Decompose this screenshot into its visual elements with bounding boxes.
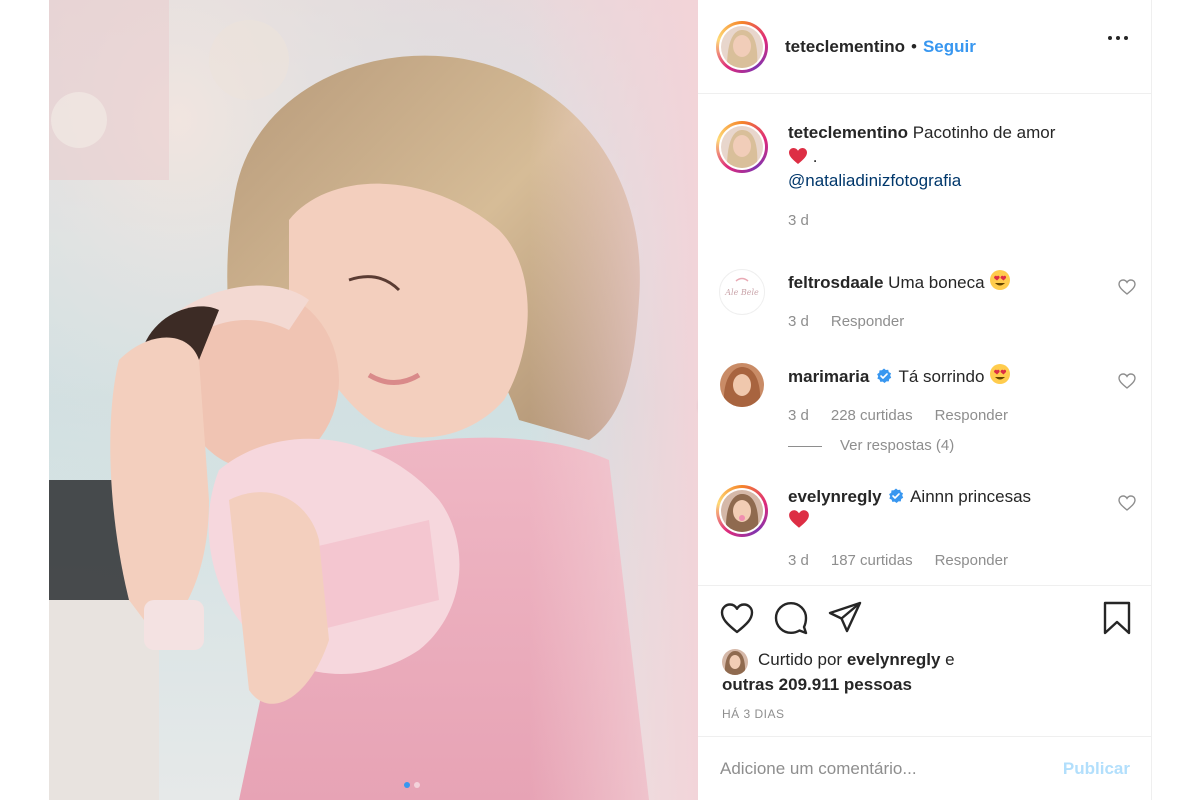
caption-avatar-image bbox=[721, 126, 763, 168]
verified-icon bbox=[889, 488, 904, 503]
comment-text: Ainnn princesas bbox=[910, 487, 1032, 506]
photo-illustration bbox=[49, 0, 698, 800]
caption-dot: . bbox=[812, 147, 818, 166]
caption-time[interactable]: 3 d bbox=[788, 209, 809, 233]
author-avatar-image bbox=[721, 25, 763, 68]
comment-avatar[interactable] bbox=[716, 485, 768, 537]
post-header: teteclementino • Seguir bbox=[698, 0, 1152, 94]
evelynregly-avatar-image bbox=[721, 490, 763, 532]
likes-others[interactable]: outras 209.911 pessoas bbox=[722, 675, 912, 694]
comment-body: feltrosdaale Uma boneca 3 d Responder bbox=[788, 269, 1088, 334]
comment-icon[interactable] bbox=[774, 601, 808, 635]
comment-body: marimaria Tá sorrindo 3 d 228 curtidas R… bbox=[788, 363, 1088, 458]
heart-eyes-emoji bbox=[990, 270, 1011, 290]
instagram-post-frame: teteclementino • Seguir teteclementino P… bbox=[0, 0, 1200, 800]
comment-body: evelynregly Ainnn princesas 3 d 187 curt… bbox=[788, 485, 1088, 573]
comment-likes[interactable]: 228 curtidas bbox=[831, 404, 913, 428]
likes-conj: e bbox=[945, 650, 955, 669]
red-heart-emoji bbox=[789, 148, 807, 164]
comment-time[interactable]: 3 d bbox=[788, 310, 809, 334]
post-timestamp[interactable]: HÁ 3 DIAS bbox=[722, 707, 785, 721]
comment-avatar[interactable]: Ale Bele bbox=[719, 269, 765, 315]
carousel-dots bbox=[404, 782, 420, 788]
comment-username[interactable]: marimaria bbox=[788, 367, 869, 386]
follow-button[interactable]: Seguir bbox=[923, 37, 976, 57]
marimaria-avatar-image bbox=[720, 363, 764, 407]
caption-body: teteclementino Pacotinho de amor . @nata… bbox=[788, 121, 1108, 233]
comment-text: Uma boneca bbox=[888, 273, 985, 292]
share-icon[interactable] bbox=[828, 601, 862, 633]
verified-icon bbox=[877, 368, 892, 383]
heart-eyes-emoji bbox=[990, 364, 1011, 384]
comment-avatar[interactable] bbox=[720, 363, 764, 407]
liker-avatar-image bbox=[722, 649, 748, 675]
like-comment-icon[interactable] bbox=[1118, 495, 1136, 511]
comment-avatar-text: Ale Bele bbox=[724, 288, 759, 297]
reply-button[interactable]: Responder bbox=[831, 310, 904, 334]
view-replies-label: Ver respostas (4) bbox=[840, 437, 955, 454]
liker-avatar bbox=[722, 649, 748, 675]
author-avatar[interactable] bbox=[716, 20, 768, 73]
caption-text: Pacotinho de amor bbox=[912, 123, 1056, 142]
comment-input[interactable] bbox=[720, 758, 1040, 779]
comment-text: Tá sorrindo bbox=[898, 367, 985, 386]
comment-username[interactable]: evelynregly bbox=[788, 487, 882, 506]
carousel-dot bbox=[414, 782, 420, 788]
comment-time[interactable]: 3 d bbox=[788, 549, 809, 573]
red-heart-emoji bbox=[789, 510, 809, 528]
header-separator: • bbox=[910, 36, 917, 56]
reply-button[interactable]: Responder bbox=[935, 549, 1008, 573]
post-side-panel: teteclementino • Seguir teteclementino P… bbox=[698, 0, 1152, 800]
feltros-logo-icon: Ale Bele bbox=[723, 273, 761, 311]
reply-button[interactable]: Responder bbox=[935, 404, 1008, 428]
caption-username[interactable]: teteclementino bbox=[788, 123, 908, 142]
publish-button[interactable]: Publicar bbox=[1063, 759, 1130, 779]
bookmark-icon[interactable] bbox=[1102, 601, 1132, 635]
post-photo[interactable] bbox=[49, 0, 698, 800]
comment-username[interactable]: feltrosdaale bbox=[788, 273, 883, 292]
add-comment-bar: Publicar bbox=[698, 736, 1152, 800]
carousel-dot-active bbox=[404, 782, 410, 788]
replies-divider bbox=[788, 445, 822, 447]
likes-prefix: Curtido por bbox=[758, 650, 843, 669]
like-comment-icon[interactable] bbox=[1118, 373, 1136, 389]
heart-icon[interactable] bbox=[720, 602, 754, 634]
like-comment-icon[interactable] bbox=[1118, 279, 1136, 295]
comment-time[interactable]: 3 d bbox=[788, 404, 809, 428]
likes-user[interactable]: evelynregly bbox=[847, 650, 941, 669]
post-actions: Curtido por evelynregly e outras 209.911… bbox=[698, 585, 1152, 735]
likes-summary[interactable]: Curtido por evelynregly e outras 209.911… bbox=[722, 647, 955, 697]
author-username[interactable]: teteclementino bbox=[785, 37, 905, 57]
comment-likes[interactable]: 187 curtidas bbox=[831, 549, 913, 573]
caption-mention[interactable]: @nataliadinizfotografia bbox=[788, 171, 961, 190]
more-options-icon[interactable] bbox=[1108, 36, 1128, 40]
comments-list[interactable]: teteclementino Pacotinho de amor . @nata… bbox=[698, 95, 1152, 585]
caption-avatar[interactable] bbox=[716, 121, 768, 173]
view-replies-button[interactable]: Ver respostas (4) bbox=[788, 434, 1088, 458]
